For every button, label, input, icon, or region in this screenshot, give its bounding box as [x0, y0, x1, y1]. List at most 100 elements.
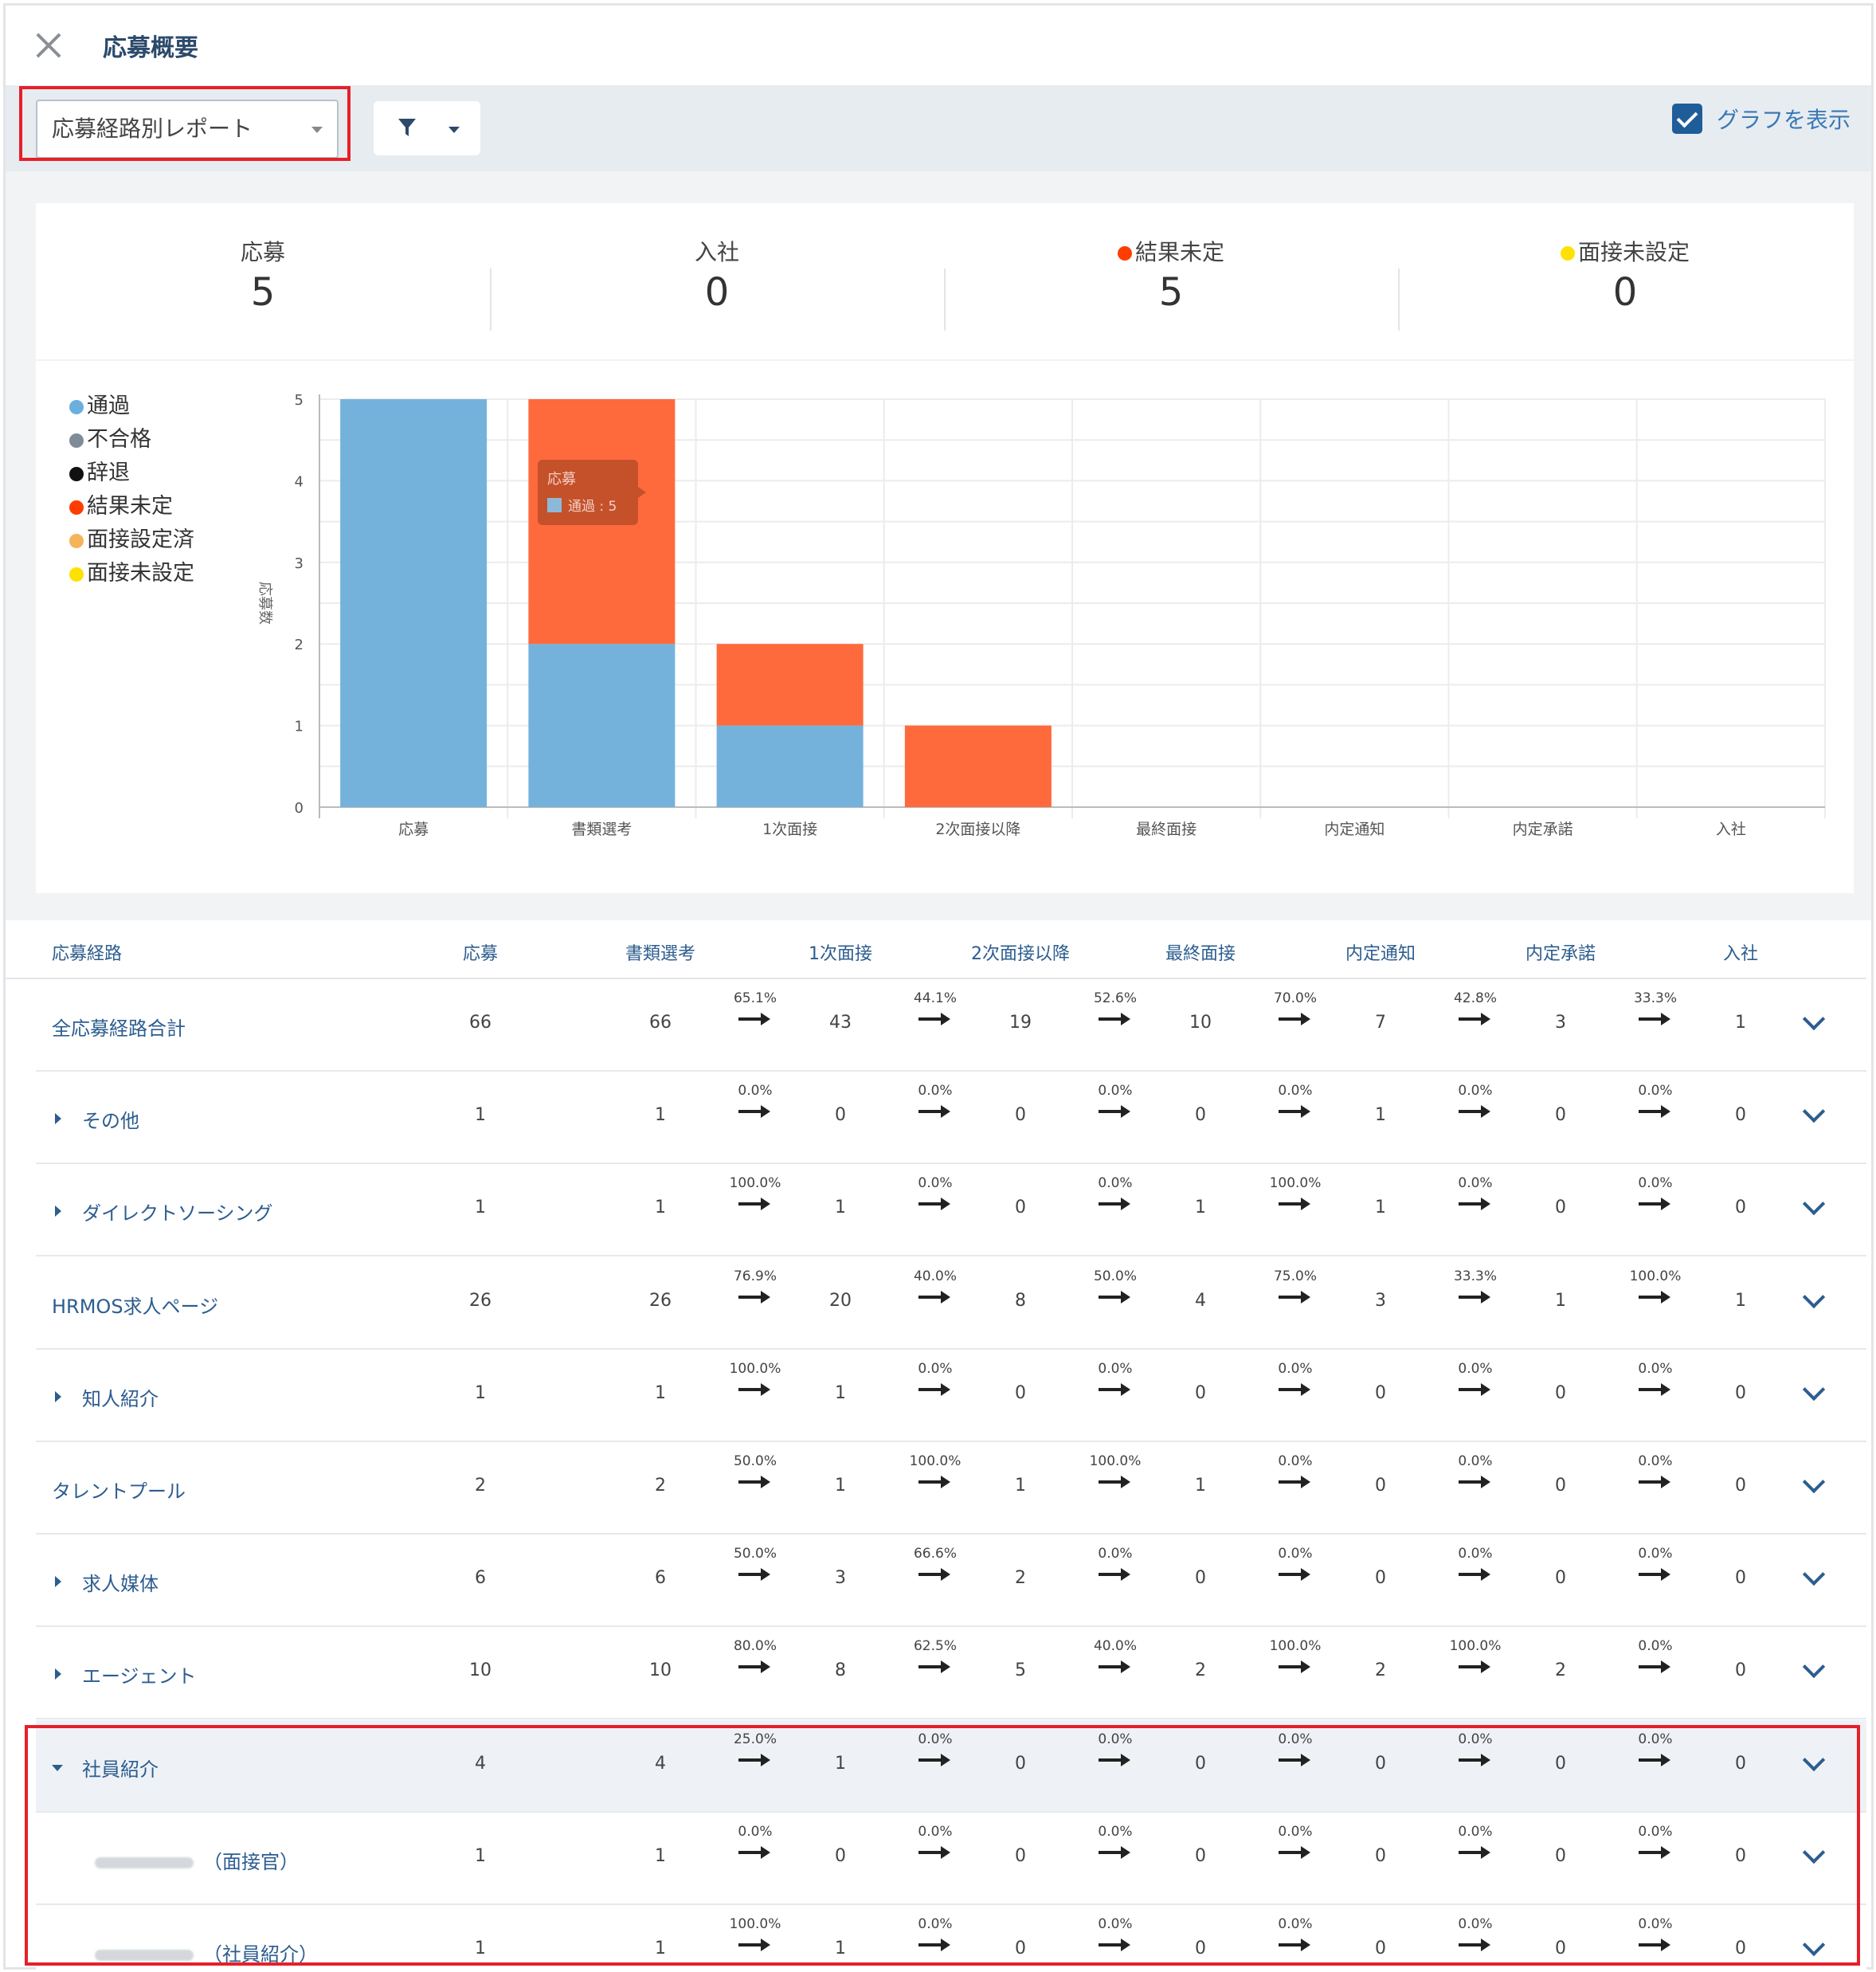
x-tick-label: 書類選考 — [571, 821, 632, 838]
source-name[interactable]: その他 — [82, 1105, 139, 1133]
source-name[interactable]: タレントプール — [52, 1476, 186, 1504]
source-name[interactable]: 知人紹介 — [82, 1383, 159, 1411]
conversion-rate: 100.0% — [719, 1175, 791, 1213]
source-name[interactable]: ダイレクトソーシング — [82, 1198, 273, 1225]
conversion-rate: 0.0% — [1619, 1175, 1691, 1213]
source-name[interactable]: HRMOS求人ページ — [52, 1291, 218, 1319]
conversion-rate-label: 0.0% — [1458, 1360, 1493, 1377]
arrow-right-icon — [1079, 1657, 1151, 1676]
cell-count: 19 — [1009, 1013, 1032, 1033]
cell-count: 8 — [1015, 1290, 1026, 1311]
cell-count: 2 — [1015, 1568, 1026, 1589]
chevron-down-icon[interactable] — [1802, 1100, 1826, 1123]
column-header[interactable]: 書類選考 — [625, 939, 695, 965]
arrow-right-icon — [1079, 1102, 1151, 1121]
table-row[interactable]: タレントプール 2 2 1 1 1 0 0 0 50.0% 100.0% 100.0% 0.0% 0.0%… — [36, 1442, 1866, 1535]
cell-count: 1 — [655, 1105, 666, 1126]
chevron-down-icon[interactable] — [1802, 1563, 1826, 1586]
caret-right-icon[interactable] — [55, 1206, 61, 1217]
conversion-rate-label: 0.0% — [1638, 1638, 1673, 1655]
stat-applications: 応募 5 — [36, 203, 490, 359]
conversion-rate: 40.0% — [899, 1268, 971, 1307]
conversion-rate: 0.0% — [1619, 1083, 1691, 1121]
arrow-right-icon — [1259, 1380, 1331, 1399]
table-row[interactable]: エージェント 10 10 8 5 2 2 2 0 80.0% 62.5% 40.0% 100.0% 100… — [36, 1627, 1866, 1720]
arrow-right-icon — [719, 1102, 791, 1121]
chevron-down-icon[interactable] — [1802, 1285, 1826, 1308]
table-row[interactable]: 知人紹介 1 1 1 0 0 0 0 0 100.0% 0.0% 0.0% 0.0% 0.0% 0.0% — [36, 1349, 1866, 1442]
arrow-right-icon — [1259, 1010, 1331, 1029]
cell-count: 4 — [1195, 1290, 1206, 1311]
column-header[interactable]: 2次面接以降 — [971, 939, 1070, 965]
chart-tooltip — [538, 460, 638, 525]
arrow-right-icon — [899, 1194, 971, 1213]
source-name[interactable]: エージェント — [82, 1660, 197, 1688]
table-row[interactable]: 求人媒体 6 6 3 2 0 0 0 0 50.0% 66.6% 0.0% 0.0% 0.0% 0.0% — [36, 1535, 1866, 1628]
cell-count: 1 — [1015, 1476, 1026, 1496]
caret-right-icon[interactable] — [55, 1668, 61, 1680]
conversion-rate-label: 0.0% — [918, 1083, 953, 1100]
filter-icon — [398, 119, 416, 136]
column-header[interactable]: 内定通知 — [1345, 939, 1416, 965]
table-row[interactable]: ダイレクトソーシング 1 1 1 0 1 1 0 0 100.0% 0.0% 0.0% 100.0% 0.… — [36, 1164, 1866, 1257]
cell-count: 0 — [1735, 1660, 1746, 1681]
y-tick-label: 1 — [295, 719, 304, 735]
chevron-down-icon[interactable] — [1802, 1656, 1826, 1679]
conversion-rate-label: 70.0% — [1273, 990, 1317, 1006]
table-header: 応募経路 応募 書類選考 1次面接 2次面接以降 最終面接 内定通知 内定承諾 入社 — [6, 920, 1866, 979]
conversion-rate-label: 44.1% — [913, 990, 957, 1006]
caret-right-icon[interactable] — [55, 1576, 61, 1588]
conversion-rate: 100.0% — [1079, 1453, 1151, 1492]
caret-right-icon[interactable] — [55, 1390, 61, 1402]
conversion-rate-label: 100.0% — [1449, 1638, 1502, 1655]
cell-count: 1 — [835, 1198, 846, 1218]
cell-count: 1 — [655, 1382, 666, 1403]
arrow-right-icon — [1079, 1194, 1151, 1213]
column-header[interactable]: 1次面接 — [809, 939, 872, 965]
graph-toggle-checkbox[interactable] — [1671, 104, 1702, 134]
graph-toggle[interactable]: グラフを表示 — [1671, 103, 1851, 135]
chevron-down-icon[interactable] — [1802, 1470, 1826, 1494]
x-tick-label: 内定承諾 — [1513, 821, 1573, 838]
cell-count: 2 — [1375, 1660, 1386, 1681]
column-header[interactable]: 入社 — [1723, 939, 1758, 965]
source-name[interactable]: 全応募経路合計 — [52, 1013, 186, 1041]
arrow-right-icon — [1259, 1194, 1331, 1213]
conversion-rate-label: 50.0% — [733, 1546, 777, 1562]
conversion-rate-label: 100.0% — [1629, 1268, 1682, 1284]
conversion-rate: 50.0% — [719, 1453, 791, 1492]
cell-count: 43 — [829, 1013, 852, 1033]
conversion-rate: 0.0% — [719, 1083, 791, 1121]
source-name[interactable]: 求人媒体 — [82, 1568, 159, 1596]
cell-count: 0 — [1195, 1105, 1206, 1126]
conversion-rate: 0.0% — [1439, 1546, 1511, 1584]
cell-count: 3 — [1555, 1013, 1566, 1033]
filter-button[interactable] — [374, 101, 480, 155]
arrow-right-icon — [1439, 1380, 1511, 1399]
table-row[interactable]: 全応募経路合計 66 66 43 19 10 7 3 1 65.1% 44.1% 52.6% 70.0%… — [36, 979, 1866, 1072]
chevron-down-icon[interactable] — [1802, 1007, 1826, 1031]
conversion-rate-label: 0.0% — [1098, 1083, 1133, 1100]
close-icon[interactable] — [31, 28, 66, 63]
cell-count: 1 — [1735, 1290, 1746, 1311]
caret-right-icon[interactable] — [55, 1113, 61, 1125]
chart-tooltip-text: 通過 : 5 — [568, 499, 617, 515]
y-tick-label: 0 — [295, 800, 304, 817]
cell-count: 1 — [1195, 1198, 1206, 1218]
cell-count: 0 — [1735, 1476, 1746, 1496]
arrow-right-icon — [1619, 1010, 1691, 1029]
arrow-right-icon — [1259, 1288, 1331, 1307]
column-header[interactable]: 応募 — [463, 939, 498, 965]
arrow-right-icon — [1619, 1194, 1691, 1213]
chevron-down-icon[interactable] — [1802, 1378, 1826, 1401]
conversion-rate-label: 52.6% — [1093, 990, 1137, 1006]
chevron-down-icon[interactable] — [1802, 1193, 1826, 1216]
column-header[interactable]: 内定承諾 — [1525, 939, 1596, 965]
table-row[interactable]: その他 1 1 0 0 0 1 0 0 0.0% 0.0% 0.0% 0.0% 0.0% 0.0% — [36, 1072, 1866, 1165]
table-row[interactable]: HRMOS求人ページ 26 26 20 8 4 3 1 1 76.9% 40.0% 50.0% 75.0… — [36, 1257, 1866, 1350]
conversion-rate: 0.0% — [1619, 1361, 1691, 1399]
column-header[interactable]: 応募経路 — [52, 939, 122, 965]
bar-結果未定 — [716, 644, 864, 726]
header: 応募概要 — [6, 6, 1871, 85]
column-header[interactable]: 最終面接 — [1165, 939, 1236, 965]
